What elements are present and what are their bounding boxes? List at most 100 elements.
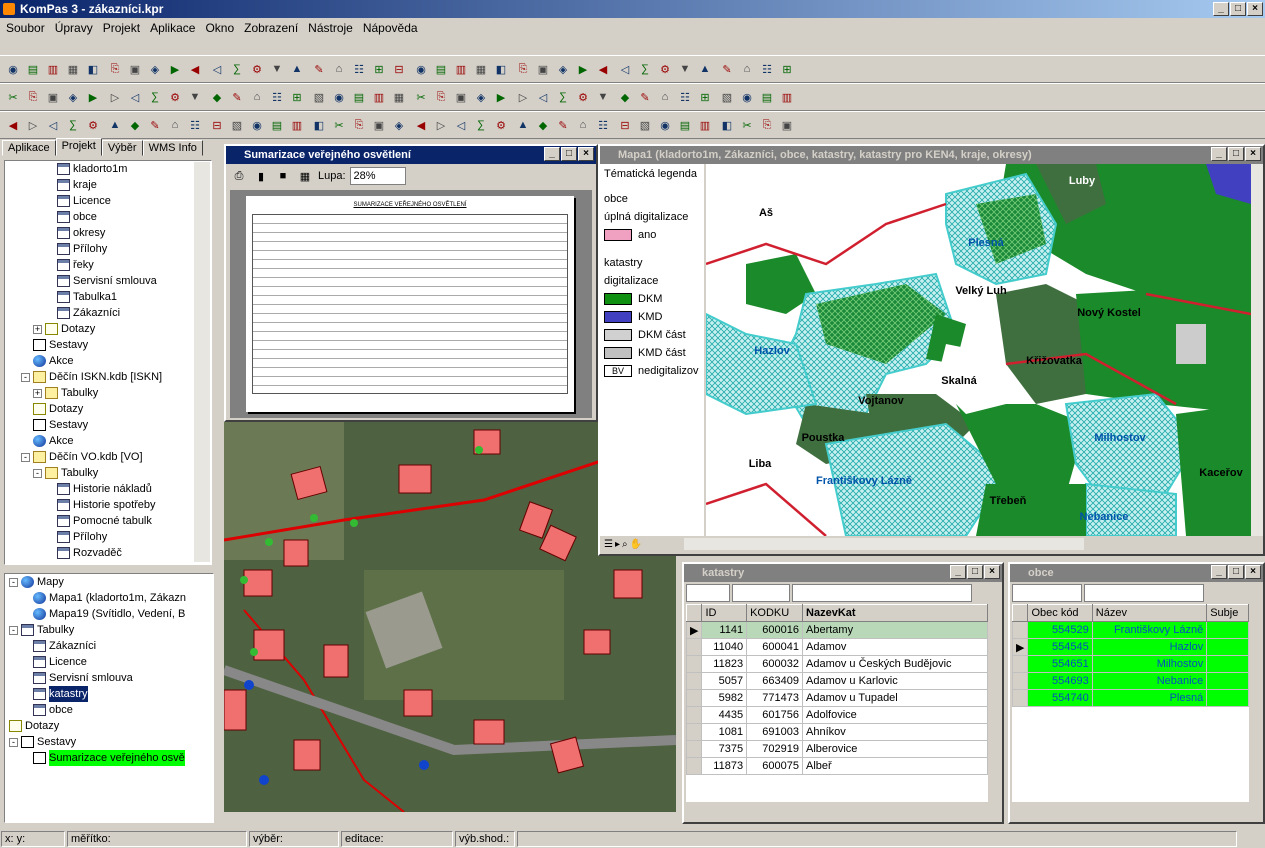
column-header[interactable]: ID xyxy=(701,604,748,622)
row-indicator[interactable] xyxy=(1012,655,1029,673)
pages-icon[interactable]: ▦ xyxy=(296,167,314,185)
toolbar-button-icon[interactable]: ✎ xyxy=(228,88,246,106)
tree-item[interactable]: - Tabulky xyxy=(5,622,213,638)
toolbar-button-icon[interactable]: ◉ xyxy=(412,60,430,78)
toolbar-button-icon[interactable]: ◆ xyxy=(534,116,552,134)
toolbar-button-icon[interactable]: ◧ xyxy=(718,116,736,134)
toolbar-button-icon[interactable]: ⎘ xyxy=(350,116,368,134)
row-indicator[interactable] xyxy=(686,706,703,724)
tree-item[interactable]: - Tabulky xyxy=(5,465,211,481)
tree-item[interactable]: Sumarizace veřejného osvě xyxy=(5,750,213,766)
tree-item[interactable]: - Sestavy xyxy=(5,734,213,750)
toolbar-button-icon[interactable]: ✎ xyxy=(310,60,328,78)
toolbar-button-icon[interactable]: ▤ xyxy=(758,88,776,106)
toolbar-button-icon[interactable]: ✎ xyxy=(554,116,572,134)
toolbar-button-icon[interactable]: ⊞ xyxy=(370,60,388,78)
tree-item[interactable]: obce xyxy=(5,209,211,225)
toolbar-button-icon[interactable]: ◉ xyxy=(656,116,674,134)
toolbar-button-icon[interactable]: ⊞ xyxy=(288,88,306,106)
toolbar-button-icon[interactable]: ▲ xyxy=(288,60,306,78)
toolbar-button-icon[interactable]: ▶ xyxy=(166,60,184,78)
toolbar-button-icon[interactable]: ▼ xyxy=(268,60,286,78)
toolbar-button-icon[interactable]: ▲ xyxy=(514,116,532,134)
row-indicator[interactable] xyxy=(686,655,703,673)
page-icon[interactable]: ■ xyxy=(274,167,292,185)
minimize-button[interactable]: _ xyxy=(1213,2,1229,16)
row-indicator[interactable] xyxy=(1012,689,1029,707)
table-row[interactable]: 554693 Nebanice xyxy=(1012,672,1249,690)
toolbar-button-icon[interactable]: ▥ xyxy=(288,116,306,134)
row-indicator[interactable] xyxy=(686,638,703,656)
tree-item[interactable]: Mapa1 (kladorto1m, Zákazn xyxy=(5,590,213,606)
table-row[interactable]: 11823 600032 Adamov u Českých Budějovic xyxy=(686,655,988,673)
toolbar-button-icon[interactable]: ◉ xyxy=(4,60,22,78)
tree-item[interactable]: Sestavy xyxy=(5,337,211,353)
tree-item[interactable]: Rozvaděč xyxy=(5,545,211,561)
toolbar-button-icon[interactable]: ✂ xyxy=(412,88,430,106)
toolbar-button-icon[interactable]: ◀ xyxy=(186,60,204,78)
column-header[interactable]: KODKU xyxy=(746,604,804,622)
obce-minimize-button[interactable]: _ xyxy=(1211,565,1227,579)
toolbar-button-icon[interactable]: ▥ xyxy=(696,116,714,134)
toolbar-button-icon[interactable]: ☷ xyxy=(676,88,694,106)
menu-item[interactable]: Zobrazení xyxy=(244,19,298,37)
tree-item[interactable]: okresy xyxy=(5,225,211,241)
menu-item[interactable]: Nástroje xyxy=(308,19,353,37)
toolbar-button-icon[interactable]: ⌂ xyxy=(738,60,756,78)
select-icon[interactable]: ▸ xyxy=(615,539,620,550)
toolbar-button-icon[interactable]: ⊞ xyxy=(696,88,714,106)
toolbar-button-icon[interactable]: ☷ xyxy=(594,116,612,134)
row-indicator[interactable] xyxy=(686,723,703,741)
tree-item[interactable]: Dotazy xyxy=(5,718,213,734)
katastry-maximize-button[interactable]: □ xyxy=(967,565,983,579)
menu-item[interactable]: Nápověda xyxy=(363,19,418,37)
expand-toggle[interactable]: - xyxy=(33,468,42,478)
toolbar-button-icon[interactable]: ▤ xyxy=(432,60,450,78)
toolbar-button-icon[interactable]: ▲ xyxy=(696,60,714,78)
tree-item[interactable]: obce xyxy=(5,702,213,718)
print-icon[interactable]: ⎙ xyxy=(230,167,248,185)
tree-item[interactable]: + Tabulky xyxy=(5,385,211,401)
expand-toggle[interactable]: + xyxy=(33,324,42,334)
tree-scrollbar[interactable] xyxy=(194,162,210,562)
toolbar-button-icon[interactable]: ✎ xyxy=(146,116,164,134)
toolbar-button-icon[interactable]: ∑ xyxy=(472,116,490,134)
toolbar-button-icon[interactable]: ⊟ xyxy=(208,116,226,134)
report-maximize-button[interactable]: □ xyxy=(561,147,577,161)
toolbar-button-icon[interactable]: ⚙ xyxy=(574,88,592,106)
row-indicator[interactable] xyxy=(686,672,703,690)
toolbar-button-icon[interactable]: ▧ xyxy=(718,88,736,106)
toolbar-button-icon[interactable]: ◁ xyxy=(616,60,634,78)
tab-projekt[interactable]: Projekt xyxy=(55,138,102,156)
toolbar-button-icon[interactable]: ⚙ xyxy=(656,60,674,78)
table-row[interactable]: 554651 Milhostov xyxy=(1012,655,1249,673)
toolbar-button-icon[interactable]: ▤ xyxy=(24,60,42,78)
table-row[interactable]: 1081 691003 Ahníkov xyxy=(686,723,988,741)
toolbar-button-icon[interactable]: ⎘ xyxy=(24,88,42,106)
thematic-map[interactable]: Luby Aš Plesná Velký Luh Nový Kostel Hazlov Kř… xyxy=(706,164,1251,536)
map-maximize-button[interactable]: □ xyxy=(1228,147,1244,161)
report-close-button[interactable]: × xyxy=(578,147,594,161)
tree-item[interactable]: kraje xyxy=(5,177,211,193)
toolbar-button-icon[interactable]: ◀ xyxy=(594,60,612,78)
table-row[interactable]: ▶ 554545 Hazlov xyxy=(1012,638,1249,656)
toolbar-button-icon[interactable]: ∑ xyxy=(554,88,572,106)
tree-item[interactable]: - Děčín ISKN.kdb [ISKN] xyxy=(5,369,211,385)
map-vscroll[interactable] xyxy=(1251,164,1263,536)
katastry-close-button[interactable]: × xyxy=(984,565,1000,579)
menu-item[interactable]: Soubor xyxy=(6,19,45,37)
pan-icon[interactable]: ✋ xyxy=(630,539,642,550)
menu-item[interactable]: Úpravy xyxy=(55,19,93,37)
toolbar-button-icon[interactable]: ✎ xyxy=(636,88,654,106)
expand-toggle[interactable]: - xyxy=(21,452,30,462)
toolbar-button-icon[interactable]: ⊟ xyxy=(616,116,634,134)
toolbar-button-icon[interactable]: ⊞ xyxy=(778,60,796,78)
toolbar-button-icon[interactable]: ✂ xyxy=(330,116,348,134)
toolbar-button-icon[interactable]: ▼ xyxy=(186,88,204,106)
tree-item[interactable]: Pomocné tabulk xyxy=(5,513,211,529)
toolbar-button-icon[interactable]: ◆ xyxy=(616,88,634,106)
toolbar-button-icon[interactable]: ▼ xyxy=(676,60,694,78)
tree-item[interactable]: Sestavy xyxy=(5,417,211,433)
table-row[interactable]: 11040 600041 Adamov xyxy=(686,638,988,656)
row-indicator[interactable]: ▶ xyxy=(1012,638,1029,656)
